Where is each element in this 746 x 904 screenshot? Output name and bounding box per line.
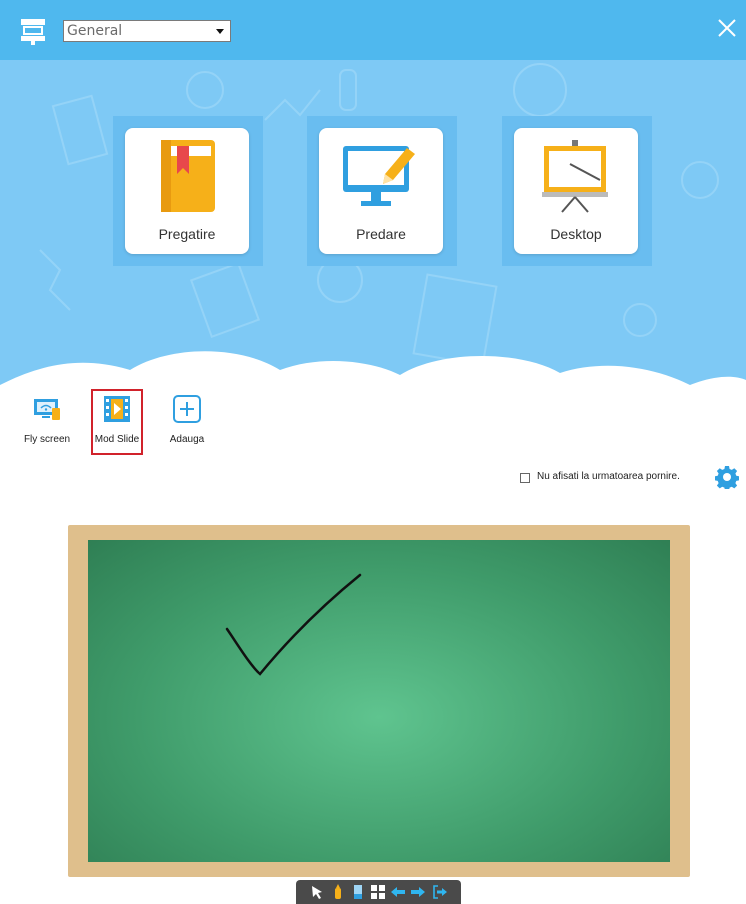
- title-bar: General: [0, 0, 746, 60]
- mode-tile-wrap: Pregatire: [113, 116, 263, 266]
- quick-app-label: Fly screen: [23, 434, 71, 445]
- quick-app-label: Adauga: [169, 434, 205, 445]
- mode-pregatire[interactable]: Pregatire: [125, 128, 249, 254]
- mode-tile-wrap: Desktop: [502, 116, 652, 266]
- pen-icon[interactable]: [330, 884, 346, 900]
- chevron-down-icon[interactable]: [213, 24, 227, 38]
- selection-highlight: [91, 389, 143, 455]
- easel-icon: [542, 140, 608, 213]
- dont-show-again-label: Nu afisati la urmatoarea pornire.: [537, 471, 680, 482]
- checkmark-drawing: [225, 573, 362, 676]
- exit-icon[interactable]: [432, 884, 448, 900]
- floating-toolbar: [296, 880, 461, 904]
- board-app-icon[interactable]: [18, 16, 48, 46]
- book-icon: [161, 140, 215, 212]
- profile-select-value: General: [67, 23, 123, 39]
- add-icon: [173, 395, 201, 423]
- mode-label: Predare: [356, 226, 406, 242]
- mode-selection-area: Pregatire Predare Desktop: [0, 60, 746, 400]
- mode-label: Desktop: [550, 226, 602, 242]
- board-preview-frame: [68, 525, 690, 877]
- gear-icon[interactable]: [715, 465, 739, 489]
- dont-show-again-checkbox[interactable]: [520, 473, 530, 483]
- close-icon[interactable]: [716, 17, 738, 39]
- monitor-pen-icon: [343, 146, 415, 206]
- select-arrow-icon[interactable]: [310, 884, 326, 900]
- profile-select[interactable]: General: [63, 20, 231, 42]
- mode-label: Pregatire: [158, 226, 216, 242]
- quick-app-adauga[interactable]: Adauga: [159, 394, 215, 454]
- previous-icon[interactable]: [390, 884, 406, 900]
- wifi-screen-icon: [34, 399, 60, 420]
- mode-tile-wrap: Predare: [307, 116, 457, 266]
- mode-predare[interactable]: Predare: [319, 128, 443, 254]
- mode-desktop[interactable]: Desktop: [514, 128, 638, 254]
- chalkboard[interactable]: [88, 540, 670, 862]
- eraser-icon[interactable]: [350, 884, 366, 900]
- quick-app-fly-screen[interactable]: Fly screen: [19, 394, 75, 454]
- next-icon[interactable]: [410, 884, 426, 900]
- grid-icon[interactable]: [370, 884, 386, 900]
